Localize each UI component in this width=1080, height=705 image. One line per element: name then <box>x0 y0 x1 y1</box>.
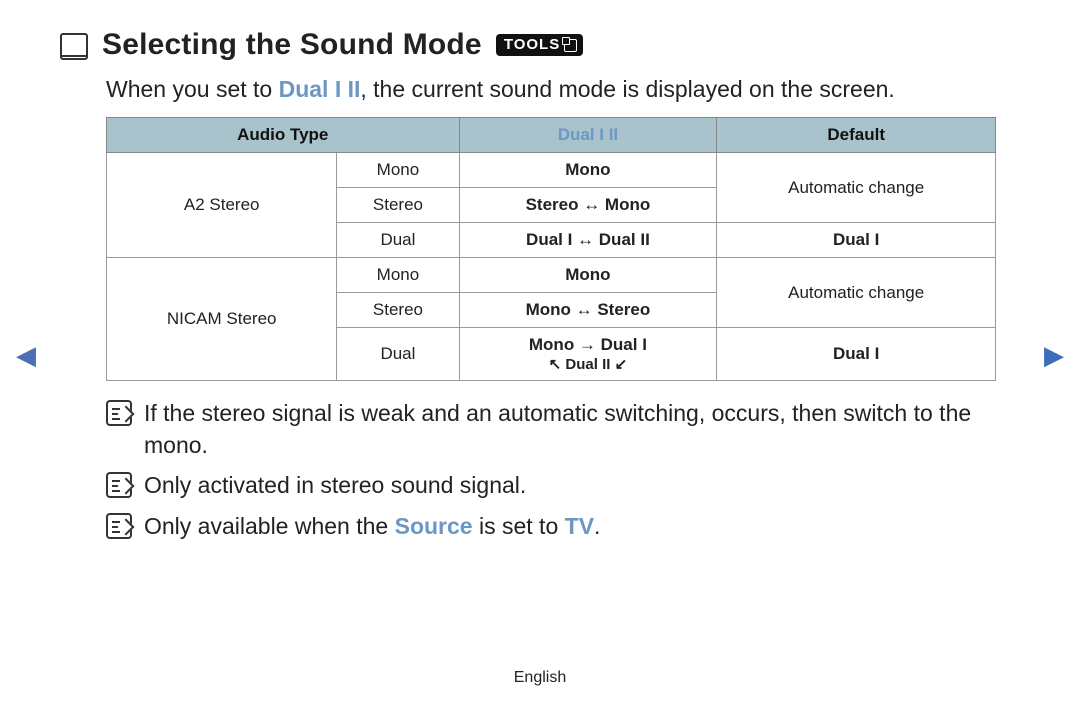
note-accent: Source <box>395 513 473 539</box>
dual-value: Stereo ↔ Mono <box>459 188 717 223</box>
intro-pre: When you set to <box>106 76 279 102</box>
sound-mode-table: Audio Type Dual I II Default A2 Stereo M… <box>106 117 996 381</box>
note-post: . <box>594 513 600 539</box>
note-icon <box>106 513 132 539</box>
intro-text: When you set to Dual I II, the current s… <box>106 74 1020 105</box>
note-pre: Only available when the <box>144 513 395 539</box>
page-title: Selecting the Sound Mode <box>102 28 482 62</box>
subtype: Mono <box>337 153 459 188</box>
default-value: Automatic change <box>717 258 996 328</box>
note-icon <box>106 472 132 498</box>
heading: Selecting the Sound Mode TOOLS <box>60 28 1020 62</box>
book-icon <box>60 33 88 57</box>
th-default: Default <box>717 118 996 153</box>
table-row: A2 Stereo Mono Mono Automatic change <box>107 153 996 188</box>
dual-value: Mono <box>459 153 717 188</box>
footer-language: English <box>0 669 1080 687</box>
subtype: Stereo <box>337 188 459 223</box>
default-value: Dual I <box>717 223 996 258</box>
table-row: NICAM Stereo Mono Mono Automatic change <box>107 258 996 293</box>
th-dual: Dual I II <box>459 118 717 153</box>
dual-value: Mono <box>459 258 717 293</box>
dual-line1: Mono → Dual I <box>529 335 647 354</box>
group-name: NICAM Stereo <box>107 258 337 381</box>
note-item: Only available when the Source is set to… <box>106 510 1020 542</box>
dual-value: Mono → Dual I ↖ Dual II ↙ <box>459 328 717 381</box>
tools-badge-label: TOOLS <box>504 36 560 54</box>
intro-accent: Dual I II <box>279 76 361 102</box>
subtype: Stereo <box>337 293 459 328</box>
th-audio-type: Audio Type <box>107 118 460 153</box>
subtype: Dual <box>337 223 459 258</box>
tools-badge: TOOLS <box>496 34 583 56</box>
group-name: A2 Stereo <box>107 153 337 258</box>
dual-line2: ↖ Dual II ↙ <box>468 355 709 373</box>
intro-post: , the current sound mode is displayed on… <box>360 76 894 102</box>
dual-value: Dual I ↔ Dual II <box>459 223 717 258</box>
default-value: Automatic change <box>717 153 996 223</box>
note-item: Only activated in stereo sound signal. <box>106 469 1020 501</box>
note-mid: is set to <box>473 513 565 539</box>
next-page-arrow[interactable]: ▶ <box>1044 340 1064 371</box>
note-accent: TV <box>565 513 594 539</box>
note-text: Only activated in stereo sound signal. <box>144 469 526 501</box>
popup-icon <box>564 39 577 52</box>
note-text: If the stereo signal is weak and an auto… <box>144 397 1020 461</box>
note-icon <box>106 400 132 426</box>
subtype: Dual <box>337 328 459 381</box>
prev-page-arrow[interactable]: ◀ <box>16 340 36 371</box>
note-text: Only available when the Source is set to… <box>144 510 600 542</box>
default-value: Dual I <box>717 328 996 381</box>
note-item: If the stereo signal is weak and an auto… <box>106 397 1020 461</box>
dual-value: Mono ↔ Stereo <box>459 293 717 328</box>
subtype: Mono <box>337 258 459 293</box>
notes-list: If the stereo signal is weak and an auto… <box>106 397 1020 542</box>
